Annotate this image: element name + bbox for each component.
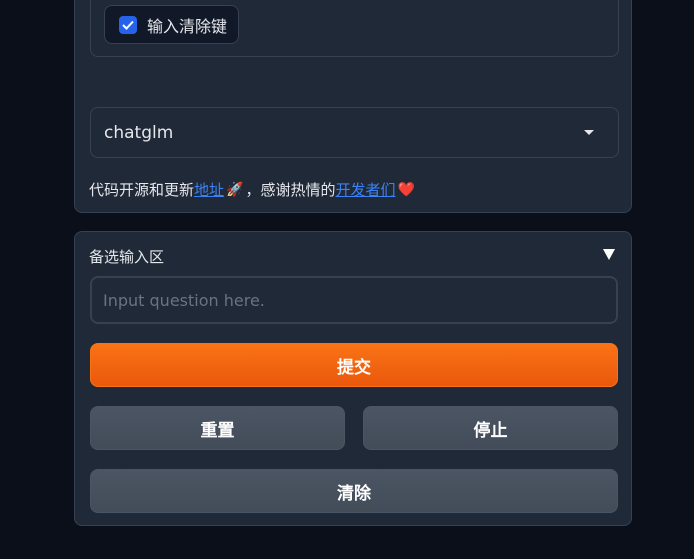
alt-input-panel: 备选输入区 提交 重置 停止 清除 <box>74 231 632 526</box>
developers-link[interactable]: 开发者们 <box>335 179 395 200</box>
caret-down-icon <box>584 130 594 135</box>
clear-button[interactable]: 清除 <box>90 469 618 513</box>
submit-button[interactable]: 提交 <box>90 343 618 387</box>
reset-button[interactable]: 重置 <box>90 406 345 450</box>
info-prefix: 代码开源和更新 <box>89 181 195 199</box>
stop-button[interactable]: 停止 <box>363 406 618 450</box>
info-middle: ，感谢热情的 <box>245 181 336 199</box>
rocket-icon: 🚀 <box>226 181 244 198</box>
clear-key-checkbox-pill[interactable]: 输入清除键 <box>104 5 239 44</box>
model-select-value: chatglm <box>104 122 174 143</box>
info-text: 代码开源和更新 地址 🚀 ，感谢热情的 开发者们 ❤️ <box>89 179 417 200</box>
checkbox-label: 输入清除键 <box>147 16 228 36</box>
checkbox-checked-icon[interactable] <box>119 15 137 34</box>
source-address-link[interactable]: 地址 <box>194 179 224 200</box>
alt-input-title[interactable]: 备选输入区 <box>89 246 164 267</box>
model-select-dropdown[interactable]: chatglm <box>90 107 619 158</box>
heart-icon: ❤️ <box>397 181 415 198</box>
collapse-triangle-icon[interactable] <box>603 249 615 260</box>
options-checkbox-group: 输入清除键 <box>90 0 619 57</box>
question-input[interactable] <box>90 276 618 324</box>
top-panel: 输入清除键 chatglm 代码开源和更新 地址 🚀 ，感谢热情的 开发者们 ❤… <box>74 0 632 213</box>
